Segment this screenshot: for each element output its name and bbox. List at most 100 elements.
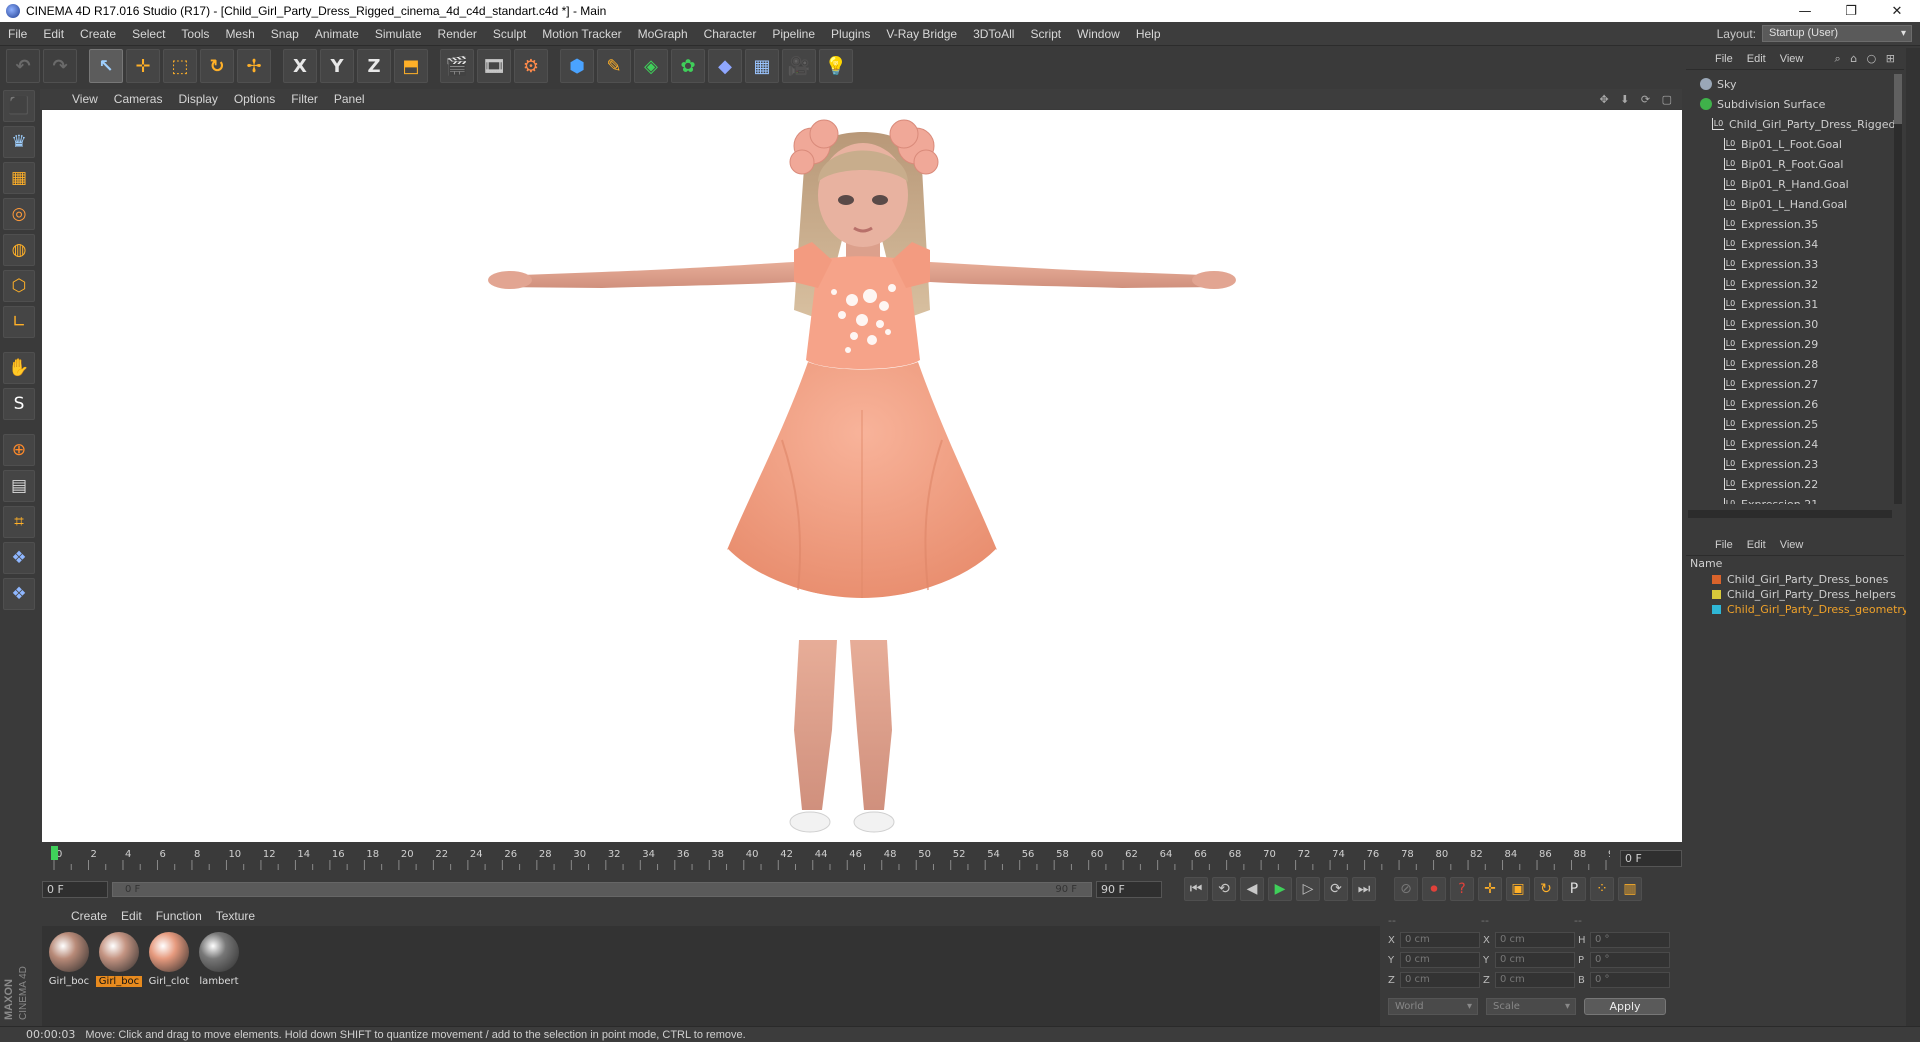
frame-range-slider[interactable]: 0 F 90 F [112, 881, 1092, 897]
go-to-start-button[interactable]: ⏮ [1184, 877, 1208, 901]
next-frame-button[interactable]: ▷ [1296, 877, 1320, 901]
texture-mode-icon[interactable]: ▦ [3, 162, 35, 194]
subdivision-surface-button[interactable]: ◈ [634, 49, 668, 83]
viewport-menu-filter[interactable]: Filter [283, 92, 326, 106]
size-mode-select[interactable]: Scale [1486, 997, 1576, 1015]
material-menu-create[interactable]: Create [64, 909, 114, 923]
menu-pipeline[interactable]: Pipeline [764, 27, 823, 41]
object-tree-item[interactable]: L0 Expression.31 [1686, 294, 1894, 314]
undo-button[interactable]: ↶ [6, 49, 40, 83]
object-tree-item[interactable]: L0 Bip01_R_Foot.Goal [1686, 154, 1894, 174]
move-tool-button[interactable]: ✛ [126, 49, 160, 83]
viewport-menu-panel[interactable]: Panel [326, 92, 373, 106]
3d-viewport[interactable] [42, 110, 1682, 842]
menu-script[interactable]: Script [1022, 27, 1069, 41]
menu-create[interactable]: Create [72, 27, 124, 41]
material-menu-function[interactable]: Function [149, 909, 209, 923]
menu-snap[interactable]: Snap [263, 27, 307, 41]
object-tree-item[interactable]: L0 Expression.30 [1686, 314, 1894, 334]
minimize-button[interactable]: — [1782, 0, 1828, 22]
layer-color-swatch[interactable] [1712, 605, 1721, 614]
y-axis-lock-button[interactable]: Y [320, 49, 354, 83]
menu-animate[interactable]: Animate [307, 27, 367, 41]
menu-plugins[interactable]: Plugins [823, 27, 878, 41]
object-tree-item[interactable]: L0 Expression.29 [1686, 334, 1894, 354]
position-y-field[interactable]: 0 cm [1400, 952, 1480, 968]
layer-color-swatch[interactable] [1712, 575, 1721, 584]
object-tree-item[interactable]: L0 Child_Girl_Party_Dress_Rigged [1686, 114, 1894, 134]
material-swatch[interactable]: Girl_boc [46, 930, 92, 992]
object-tree-item[interactable]: L0 Expression.21 [1686, 494, 1894, 504]
previous-frame-button[interactable]: ◀ [1240, 877, 1264, 901]
viewport-menu-view[interactable]: View [64, 92, 106, 106]
polygons-mode-icon[interactable]: ∟ [3, 306, 35, 338]
workplane-icon[interactable]: ▤ [3, 470, 35, 502]
layer-menu-view[interactable]: View [1773, 539, 1811, 551]
layer-color-swatch[interactable] [1712, 590, 1721, 599]
viewport-menu-display[interactable]: Display [170, 92, 225, 106]
record-rotation-button[interactable]: ↻ [1534, 877, 1558, 901]
object-tree-item[interactable]: Subdivision Surface [1686, 94, 1894, 114]
size-x-field[interactable]: 0 cm [1495, 932, 1575, 948]
menu-file[interactable]: File [0, 27, 35, 41]
object-menu-file[interactable]: File [1708, 53, 1740, 65]
make-editable-icon[interactable]: ⬛ [3, 90, 35, 122]
object-tree-item[interactable]: L0 Expression.22 [1686, 474, 1894, 494]
menu-sculpt[interactable]: Sculpt [485, 27, 534, 41]
object-tree-item[interactable]: L0 Expression.33 [1686, 254, 1894, 274]
start-frame-field[interactable]: 0 F [42, 880, 108, 898]
layer-item[interactable]: Child_Girl_Party_Dress_bones [1686, 572, 1904, 587]
autokeying-button[interactable]: ? [1450, 877, 1474, 901]
workplane-mode-icon[interactable]: ◎ [3, 198, 35, 230]
object-tree-item[interactable]: L0 Expression.27 [1686, 374, 1894, 394]
coordinate-system-button[interactable]: ⬒ [394, 49, 428, 83]
close-button[interactable]: ✕ [1874, 0, 1920, 22]
material-swatch[interactable]: Girl_clot [146, 930, 192, 992]
cube-object-button[interactable]: ⬢ [560, 49, 594, 83]
object-tree-item[interactable]: L0 Expression.26 [1686, 394, 1894, 414]
rotation-b-field[interactable]: 0 ° [1590, 972, 1670, 988]
menu-help[interactable]: Help [1128, 27, 1169, 41]
menu-select[interactable]: Select [124, 27, 173, 41]
menu-vray-bridge[interactable]: V-Ray Bridge [878, 27, 965, 41]
edges-mode-icon[interactable]: ⬡ [3, 270, 35, 302]
z-axis-lock-button[interactable]: Z [357, 49, 391, 83]
material-menu-texture[interactable]: Texture [209, 909, 262, 923]
quantize-icon[interactable]: ⌗ [3, 506, 35, 538]
floor-object-button[interactable]: ▦ [745, 49, 779, 83]
menu-edit[interactable]: Edit [35, 27, 72, 41]
tweak-mode-icon[interactable]: S [3, 388, 35, 420]
size-z-field[interactable]: 0 cm [1495, 972, 1575, 988]
maximize-button[interactable]: ❐ [1828, 0, 1874, 22]
python-script-icon[interactable]: ❖ [3, 542, 35, 574]
redo-button[interactable]: ↷ [43, 49, 77, 83]
object-tree-item[interactable]: L0 Expression.24 [1686, 434, 1894, 454]
object-tree-hscrollbar[interactable] [1688, 510, 1892, 518]
pen-spline-button[interactable]: ✎ [597, 49, 631, 83]
menu-simulate[interactable]: Simulate [367, 27, 430, 41]
viewport-navigation-icons[interactable]: ✥ ⬇ ⟳ ▢ [1599, 93, 1682, 106]
object-tree-item[interactable]: L0 Expression.28 [1686, 354, 1894, 374]
layer-menu-edit[interactable]: Edit [1740, 539, 1773, 551]
object-tree-item[interactable]: L0 Expression.25 [1686, 414, 1894, 434]
menu-render[interactable]: Render [430, 27, 485, 41]
object-tree-item[interactable]: L0 Expression.34 [1686, 234, 1894, 254]
object-manager-search-icon[interactable]: ⌕ ⌂ ○ ⊞ [1835, 52, 1904, 66]
object-tree-item[interactable]: L0 Bip01_L_Hand.Goal [1686, 194, 1894, 214]
edit-render-settings-button[interactable]: ⚙ [514, 49, 548, 83]
position-z-field[interactable]: 0 cm [1400, 972, 1480, 988]
object-tree-item[interactable]: Sky [1686, 74, 1894, 94]
layer-item[interactable]: Child_Girl_Party_Dress_helpers [1686, 587, 1904, 602]
cloner-button[interactable]: ✿ [671, 49, 705, 83]
rotate-tool-button[interactable]: ↻ [200, 49, 234, 83]
render-view-button[interactable]: 🎬 [440, 49, 474, 83]
render-picture-viewer-button[interactable]: 🎞 [477, 49, 511, 83]
size-y-field[interactable]: 0 cm [1495, 952, 1575, 968]
rotation-h-field[interactable]: 0 ° [1590, 932, 1670, 948]
menu-motion-tracker[interactable]: Motion Tracker [534, 27, 629, 41]
end-frame-field[interactable]: 90 F [1096, 880, 1162, 898]
timeline-ruler[interactable]: 0 2 4 6 8 10 12 14 16 18 20 22 24 26 28 30 32 34 36 38 40 42 4… [50, 844, 1610, 874]
record-position-button[interactable]: ✛ [1478, 877, 1502, 901]
coordinate-space-select[interactable]: World [1388, 997, 1478, 1015]
object-menu-edit[interactable]: Edit [1740, 53, 1773, 65]
